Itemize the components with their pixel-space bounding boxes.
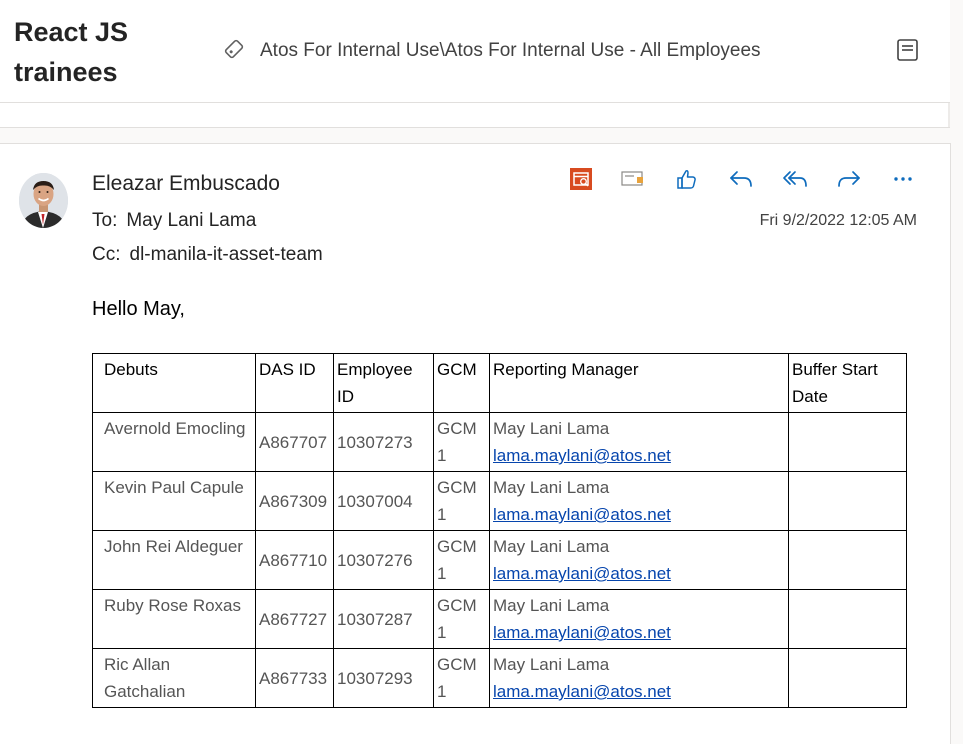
collapsed-message-strip[interactable]: [0, 103, 950, 128]
reporting-manager: May Lani Lama lama.maylani@atos.net: [489, 530, 789, 590]
manager-email-link[interactable]: lama.maylani@atos.net: [493, 623, 671, 642]
trainee-table: Debuts DAS ID Employee ID GCM Reporting …: [92, 353, 907, 708]
column-header: Reporting Manager: [489, 353, 789, 413]
avatar[interactable]: [19, 173, 68, 228]
table-row: Ruby Rose Roxas A867727 10307287 GCM 1 M…: [92, 589, 907, 649]
subject-title: React JS trainees: [14, 17, 129, 87]
more-icon: [891, 167, 915, 195]
scrollbar[interactable]: [948, 103, 950, 127]
column-header: Debuts: [92, 353, 256, 413]
buffer-start-date: [788, 412, 907, 472]
debut-name: John Rei Aldeguer: [92, 530, 256, 590]
column-header: GCM: [433, 353, 490, 413]
sender-name[interactable]: Eleazar Embuscado: [92, 172, 280, 196]
sensitivity-label-button[interactable]: Atos For Internal Use\Atos For Internal …: [222, 36, 761, 66]
debut-name: Ruby Rose Roxas: [92, 589, 256, 649]
message-date: Fri 9/2/2022 12:05 AM: [759, 212, 917, 229]
cc-recipient[interactable]: dl-manila-it-asset-team: [130, 244, 323, 265]
buffer-start-date: [788, 589, 907, 649]
sensitivity-button[interactable]: [620, 168, 646, 194]
gcm: GCM 1: [433, 589, 490, 649]
to-line: To: May Lani Lama: [92, 210, 256, 232]
sensitivity-label-text: Atos For Internal Use\Atos For Internal …: [260, 40, 761, 61]
debut-name: Kevin Paul Capule: [92, 471, 256, 531]
reporting-manager: May Lani Lama lama.maylani@atos.net: [489, 589, 789, 649]
das-id: A867309: [255, 471, 334, 531]
reply-all-button[interactable]: [782, 168, 808, 194]
forward-icon: [836, 167, 862, 195]
gcm: GCM 1: [433, 648, 490, 708]
buffer-start-date: [788, 530, 907, 590]
reporting-manager: May Lani Lama lama.maylani@atos.net: [489, 412, 789, 472]
calendar-icon: [569, 167, 593, 195]
to-recipient[interactable]: May Lani Lama: [126, 210, 256, 231]
like-button[interactable]: [674, 168, 700, 194]
to-label: To:: [92, 210, 118, 231]
manager-email-link[interactable]: lama.maylani@atos.net: [493, 564, 671, 583]
manager-name: May Lani Lama: [493, 537, 610, 556]
reporting-manager: May Lani Lama lama.maylani@atos.net: [489, 471, 789, 531]
buffer-start-date: [788, 648, 907, 708]
employee-id: 10307004: [333, 471, 434, 531]
employee-id: 10307287: [333, 589, 434, 649]
table-row: Kevin Paul Capule A867309 10307004 GCM 1…: [92, 471, 907, 531]
calendar-button[interactable]: [568, 168, 594, 194]
message-card: Eleazar Embuscado To: May Lani Lama Cc: dl…: [0, 143, 951, 744]
manager-email-link[interactable]: lama.maylani@atos.net: [493, 446, 671, 465]
reply-button[interactable]: [728, 168, 754, 194]
cc-line: Cc: dl-manila-it-asset-team: [92, 244, 323, 266]
das-id: A867733: [255, 648, 334, 708]
column-header: Buffer Start Date: [788, 353, 907, 413]
employee-id: 10307276: [333, 530, 434, 590]
table-header-row: Debuts DAS ID Employee ID GCM Reporting …: [92, 353, 907, 413]
manager-name: May Lani Lama: [493, 419, 610, 438]
manager-name: May Lani Lama: [493, 596, 610, 615]
employee-id: 10307293: [333, 648, 434, 708]
column-header: Employee ID: [333, 353, 434, 413]
das-id: A867727: [255, 589, 334, 649]
manager-name: May Lani Lama: [493, 655, 610, 674]
reporting-manager: May Lani Lama lama.maylani@atos.net: [489, 648, 789, 708]
sensitivity-tag-icon: [222, 37, 246, 65]
gcm: GCM 1: [433, 471, 490, 531]
manager-email-link[interactable]: lama.maylani@atos.net: [493, 682, 671, 701]
das-id: A867707: [255, 412, 334, 472]
debut-name: Avernold Emocling: [92, 412, 256, 472]
employee-id: 10307273: [333, 412, 434, 472]
collapse-all-button[interactable]: [895, 36, 921, 68]
conversation-header: React JS trainees Atos For Internal Use\…: [0, 0, 950, 103]
like-icon: [675, 167, 699, 195]
table-row: John Rei Aldeguer A867710 10307276 GCM 1…: [92, 530, 907, 590]
gcm: GCM 1: [433, 412, 490, 472]
table-row: Avernold Emocling A867707 10307273 GCM 1…: [92, 412, 907, 472]
forward-button[interactable]: [836, 168, 862, 194]
more-actions-button[interactable]: [890, 168, 916, 194]
collapse-icon: [895, 39, 921, 68]
debut-name: Ric Allan Gatchalian: [92, 648, 256, 708]
gcm: GCM 1: [433, 530, 490, 590]
das-id: A867710: [255, 530, 334, 590]
reply-icon: [728, 167, 754, 195]
cc-label: Cc:: [92, 244, 121, 265]
buffer-start-date: [788, 471, 907, 531]
message-greeting: Hello May,: [92, 298, 185, 320]
sensitivity-tag-icon: [620, 168, 646, 194]
column-header: DAS ID: [255, 353, 334, 413]
table-row: Ric Allan Gatchalian A867733 10307293 GC…: [92, 648, 907, 708]
reply-all-icon: [781, 167, 809, 195]
manager-name: May Lani Lama: [493, 478, 610, 497]
manager-email-link[interactable]: lama.maylani@atos.net: [493, 505, 671, 524]
